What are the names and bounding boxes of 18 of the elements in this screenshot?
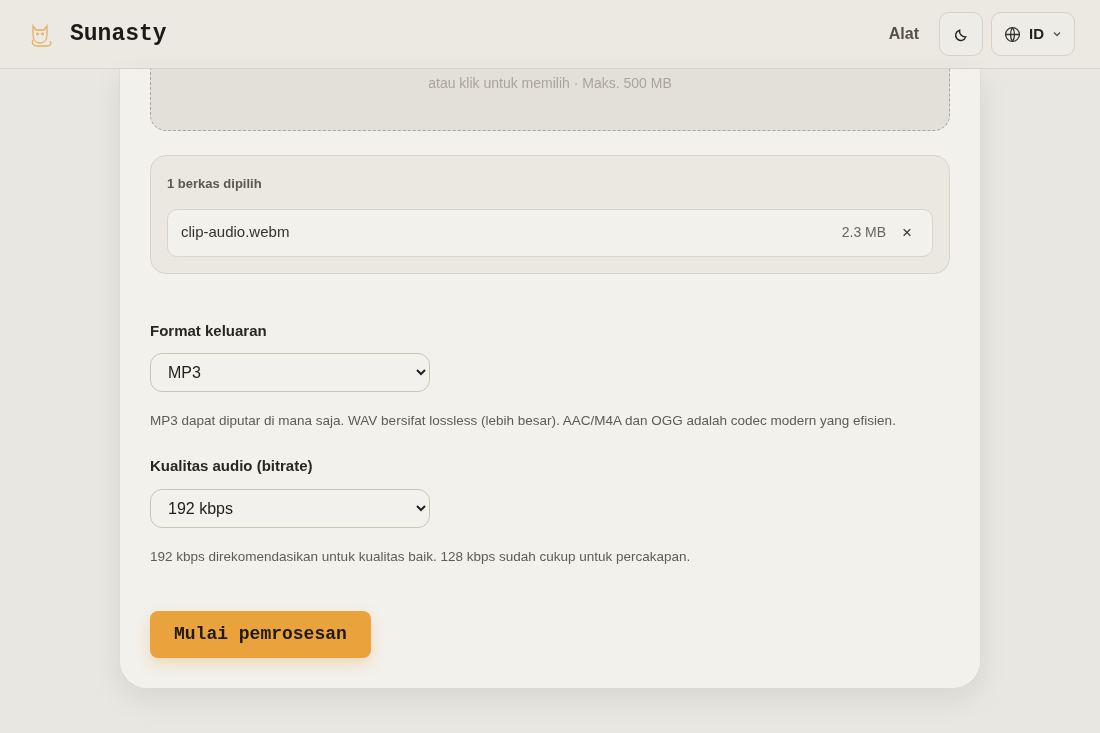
field-label: Format keluaran: [150, 320, 267, 341]
file-name: clip-audio.webm: [181, 222, 291, 243]
field-help-text: MP3 dapat diputar di mana saja. WAV bersifat lossless (lebih besar). AAC/M4A dan OGG adalah codec modern yang efisien.: [150, 412, 896, 430]
nav-link[interactable]: Alat: [888, 22, 919, 46]
brand-link[interactable]: Sunasty: [70, 16, 167, 52]
remove-file-button[interactable]: ×: [902, 224, 912, 241]
start-processing-button[interactable]: Mulai pemrosesan: [150, 611, 371, 658]
chevron-down-icon: [1052, 29, 1062, 39]
field-help-text: 192 kbps direkomendasikan untuk kualitas baik. 128 kbps sudah cukup untuk percakapan.: [150, 547, 691, 566]
theme-toggle-button[interactable]: [939, 12, 983, 56]
files-summary: 1 berkas dipilih: [167, 175, 263, 193]
dropdown-select[interactable]: MP3: [150, 353, 430, 392]
field-label: Kualitas audio (bitrate): [150, 456, 313, 477]
file-size: 2.3 MB: [841, 223, 887, 242]
dropzone-hint: atau klik untuk memilih · Maks. 500 MB: [428, 74, 672, 91]
language-button[interactable]: ID: [991, 12, 1075, 56]
globe-icon: [1004, 25, 1021, 43]
dropdown-select[interactable]: 192 kbps: [150, 488, 430, 528]
